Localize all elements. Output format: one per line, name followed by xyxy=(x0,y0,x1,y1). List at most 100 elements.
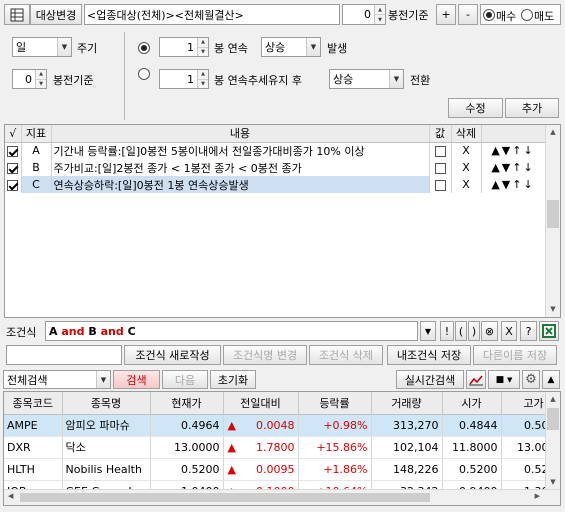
move-top-icon[interactable]: ▲ xyxy=(491,161,501,174)
sell-radio[interactable] xyxy=(521,9,533,21)
rename-formula-button[interactable]: 조건식명 변경 xyxy=(223,345,307,365)
bar-offset-spinner[interactable]: 0 ▲ ▼ xyxy=(342,4,386,25)
row-checkbox[interactable] xyxy=(7,162,19,174)
delete-formula-button[interactable]: 조건식 삭제 xyxy=(309,345,383,365)
results-vscrollbar[interactable]: ▲ ▼ xyxy=(545,392,560,489)
period-value: 일 xyxy=(16,41,27,54)
scroll-thumb[interactable] xyxy=(547,200,559,228)
spin-up-icon[interactable]: ▲ xyxy=(36,70,46,79)
spin-down-icon[interactable]: ▼ xyxy=(375,14,385,24)
move-up-icon[interactable]: ↑ xyxy=(512,161,523,174)
op-xor-button[interactable]: ⊗ xyxy=(481,321,498,341)
formula-name-input[interactable] xyxy=(6,345,122,365)
condition-scrollbar[interactable]: ▲ ▼ xyxy=(545,125,560,317)
search-button[interactable]: 검색 xyxy=(113,370,160,389)
collapse-button[interactable]: ▲ xyxy=(542,370,560,389)
help-button[interactable]: ? xyxy=(520,321,537,341)
move-bottom-icon[interactable]: ▼ xyxy=(502,161,512,174)
target-change-label-button[interactable]: 대상변경 xyxy=(30,4,82,25)
col-volume[interactable]: 거래량 xyxy=(371,392,443,415)
save-my-formula-button[interactable]: 내조건식 저장 xyxy=(387,345,471,365)
save-as-button[interactable]: 다른이름 저장 xyxy=(473,345,557,365)
results-hscrollbar[interactable]: ◀ ▶ xyxy=(4,489,560,505)
formula-dropdown-button[interactable]: ▼ xyxy=(420,321,436,341)
row1-direction-select[interactable]: 상승 ▼ xyxy=(261,37,321,57)
value-checkbox[interactable] xyxy=(434,145,446,157)
scroll-right-icon[interactable]: ▶ xyxy=(535,492,540,500)
move-down-icon[interactable]: ↓ xyxy=(523,161,534,174)
row2-count-spinner[interactable]: 1 ▲ ▼ xyxy=(159,69,209,89)
spin-down-icon[interactable]: ▼ xyxy=(198,78,208,88)
scroll-thumb[interactable] xyxy=(547,408,559,430)
col-open[interactable]: 시가 xyxy=(442,392,502,415)
move-bottom-icon[interactable]: ▼ xyxy=(502,144,512,157)
period-select[interactable]: 일 ▼ xyxy=(12,37,72,57)
view-toggle-button[interactable]: ■ ▼ xyxy=(488,370,520,389)
formula-input[interactable]: A and B and C xyxy=(45,321,418,341)
condition-row[interactable]: A 기간내 등락률:[일]0봉전 5봉이내에서 전일종가대비종가 10% 이상 … xyxy=(5,142,546,159)
scroll-left-icon[interactable]: ◀ xyxy=(8,492,13,500)
price: 13.0000 xyxy=(150,436,224,459)
realtime-search-button[interactable]: 실시간검색 xyxy=(396,370,464,389)
col-rate[interactable]: 등락률 xyxy=(298,392,372,415)
chart-button[interactable] xyxy=(466,370,486,389)
scroll-down-icon[interactable]: ▼ xyxy=(546,302,560,317)
scroll-up-icon[interactable]: ▲ xyxy=(546,392,560,406)
condition-row-selected[interactable]: C 연속상승하락:[일]0봉전 1봉 연속상승발생 X ▲▼↑↓ xyxy=(5,176,546,193)
settings-panel: 일 ▼ 주기 0 ▲ ▼ 봉전기준 1 ▲ ▼ 봉 연속 상승 ▼ 발생 1 ▲ ▼ … xyxy=(4,30,561,122)
condition-row[interactable]: B 주가비교:[일]2봉전 종가 < 1봉전 종가 < 0봉전 종가 X ▲▼↑… xyxy=(5,159,546,176)
delete-icon[interactable]: X xyxy=(451,142,482,159)
op-not-button[interactable]: ! xyxy=(440,321,454,341)
hscroll-thumb[interactable] xyxy=(20,493,430,502)
spin-up-icon[interactable]: ▲ xyxy=(198,38,208,47)
move-up-icon[interactable]: ↑ xyxy=(512,144,523,157)
base-offset-spinner[interactable]: 0 ▲ ▼ xyxy=(12,69,47,89)
table-row[interactable]: AMPE 암피오 파마슈 0.4964 ▲ 0.0048 +0.98% 313,2… xyxy=(4,414,560,437)
op-clear-button[interactable]: X xyxy=(501,321,517,341)
spin-up-icon[interactable]: ▲ xyxy=(198,70,208,79)
table-row[interactable]: DXR 닥소 13.0000 ▲ 1.7800 +15.86% 102,104 1… xyxy=(4,436,560,459)
continuous-radio[interactable] xyxy=(138,42,150,54)
delete-icon[interactable]: X xyxy=(451,176,482,193)
trend-radio[interactable] xyxy=(138,68,150,80)
next-button[interactable]: 다음 xyxy=(162,370,208,389)
col-name[interactable]: 종목명 xyxy=(62,392,151,415)
row-checkbox[interactable] xyxy=(7,145,19,157)
plus-button[interactable]: + xyxy=(436,4,456,25)
buy-radio[interactable] xyxy=(483,9,495,21)
op-open-paren-button[interactable]: ( xyxy=(455,321,467,341)
col-price[interactable]: 현재가 xyxy=(150,392,224,415)
search-scope-select[interactable]: 전체검색 ▼ xyxy=(3,370,111,389)
move-bottom-icon[interactable]: ▼ xyxy=(502,178,512,191)
delete-icon[interactable]: X xyxy=(451,159,482,176)
scroll-up-icon[interactable]: ▲ xyxy=(546,125,560,140)
target-change-button[interactable] xyxy=(4,4,30,25)
col-code[interactable]: 종목코드 xyxy=(4,392,63,415)
move-top-icon[interactable]: ▲ xyxy=(491,178,501,191)
move-top-icon[interactable]: ▲ xyxy=(491,144,501,157)
move-down-icon[interactable]: ↓ xyxy=(523,178,534,191)
col-change[interactable]: 전일대비 xyxy=(223,392,299,415)
spin-up-icon[interactable]: ▲ xyxy=(375,5,385,14)
table-row[interactable]: HLTH Nobilis Health 0.5200 ▲ 0.0095 +1.86… xyxy=(4,458,560,481)
value-checkbox[interactable] xyxy=(434,179,446,191)
add-button[interactable]: 추가 xyxy=(505,98,559,118)
row-checkbox[interactable] xyxy=(7,179,19,191)
row2-direction-select[interactable]: 상승 ▼ xyxy=(329,69,404,89)
spin-down-icon[interactable]: ▼ xyxy=(36,78,46,88)
new-formula-button[interactable]: 조건식 새로작성 xyxy=(124,345,221,365)
reset-button[interactable]: 초기화 xyxy=(210,370,256,389)
move-up-icon[interactable]: ↑ xyxy=(512,178,523,191)
settings-button[interactable]: ⚙ xyxy=(522,370,540,389)
move-down-icon[interactable]: ↓ xyxy=(523,144,534,157)
row1-count-spinner[interactable]: 1 ▲ ▼ xyxy=(159,37,209,57)
excel-export-button[interactable] xyxy=(539,321,559,341)
value-checkbox[interactable] xyxy=(434,162,446,174)
spin-down-icon[interactable]: ▼ xyxy=(198,46,208,56)
target-value-field[interactable]: <업종대상(전체)><전체월결산> xyxy=(84,4,340,25)
chevron-down-icon: ▼ xyxy=(96,371,110,388)
modify-button[interactable]: 수정 xyxy=(448,98,503,118)
minus-button[interactable]: - xyxy=(458,4,478,25)
op-close-paren-button[interactable]: ) xyxy=(468,321,480,341)
scroll-down-icon[interactable]: ▼ xyxy=(546,475,560,489)
